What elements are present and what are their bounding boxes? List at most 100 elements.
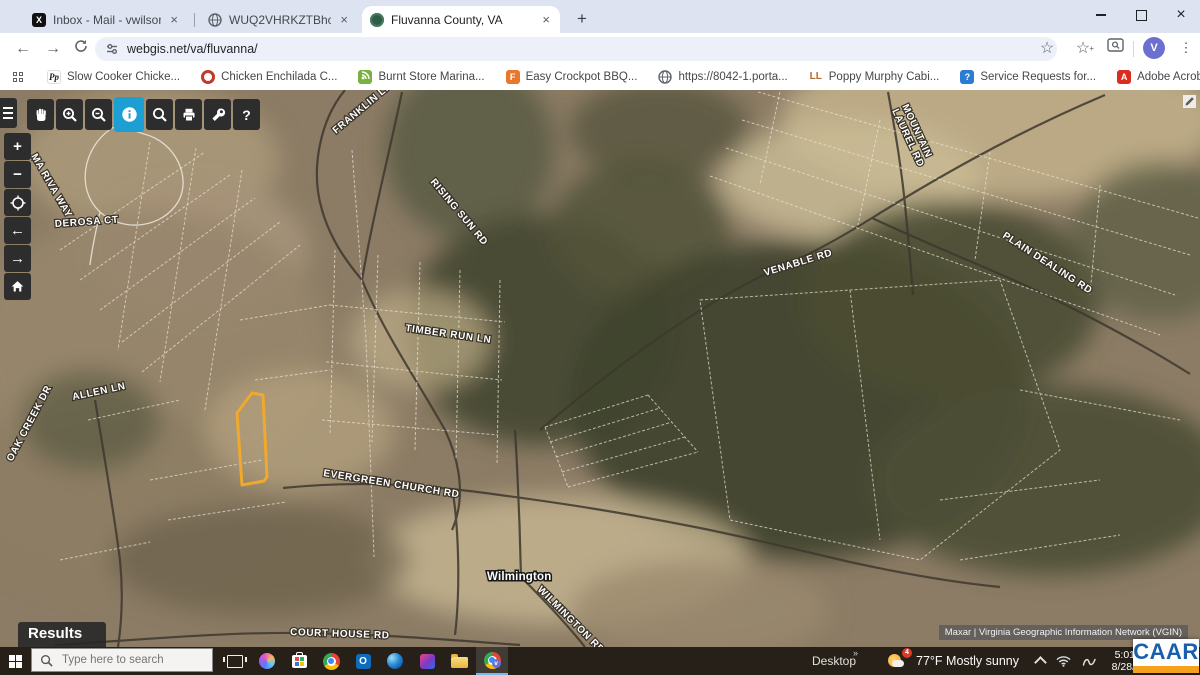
next-extent-button[interactable]: →	[4, 245, 31, 272]
clock-date: 8/28/	[1098, 661, 1135, 673]
question-icon: ?	[242, 107, 251, 123]
bookmark-item[interactable]: A Adobe Acrobat	[1117, 70, 1200, 84]
county-seal-favicon	[370, 13, 384, 27]
tab-separator	[194, 13, 195, 27]
tab-wuq2[interactable]: WUQ2VHRKZTBhcWtHWVVjb ×	[200, 6, 358, 33]
bookmark-sparkle-icon[interactable]: ☆+	[1072, 38, 1094, 60]
caar-logo-text: CAAR	[1133, 639, 1199, 666]
print-button[interactable]	[175, 99, 202, 130]
file-explorer-icon	[451, 657, 468, 668]
tab-inbox-mail[interactable]: X Inbox - Mail - vwilsonrealtor@ ×	[24, 6, 188, 33]
info-icon	[120, 105, 139, 124]
file-explorer-button[interactable]	[444, 647, 474, 675]
edge-icon	[387, 653, 403, 669]
aerial-imagery: FRANKLIN LN RISING SUN RD MOUNTAIN LAURE…	[0, 90, 1200, 647]
edge-button[interactable]	[380, 647, 410, 675]
printer-icon	[180, 106, 198, 124]
microsoft-store-button[interactable]	[284, 647, 314, 675]
previous-extent-button[interactable]: ←	[4, 217, 31, 244]
zoom-out-button[interactable]: −	[4, 161, 31, 188]
weather-widget[interactable]: 4	[888, 652, 907, 670]
microsoft-365-icon	[420, 654, 435, 669]
microsoft-365-button[interactable]	[412, 647, 442, 675]
window-close-button[interactable]: ×	[1162, 0, 1200, 30]
bookmark-item[interactable]: Burnt Store Marina...	[358, 70, 484, 84]
hand-icon	[32, 106, 50, 124]
tab-fluvanna-county[interactable]: Fluvanna County, VA ×	[362, 6, 560, 33]
windows-taskbar: O v Desktop » 4 77°F Mostly sunny 5:01 8…	[0, 647, 1200, 675]
magnifier-minus-icon	[90, 106, 108, 124]
side-panel-search-icon[interactable]	[1104, 38, 1126, 60]
outlook-button[interactable]: O	[348, 647, 378, 675]
bookmark-item[interactable]: LL Poppy Murphy Cabi...	[809, 70, 940, 84]
site-settings-icon[interactable]	[105, 42, 119, 56]
address-bar[interactable]: webgis.net/va/fluvanna/	[95, 37, 1057, 61]
wrench-icon	[209, 106, 227, 124]
home-button[interactable]	[4, 273, 31, 300]
tab-close-icon[interactable]: ×	[168, 13, 180, 26]
green-rss-favicon	[358, 70, 372, 84]
chrome-active-button[interactable]: v	[476, 647, 508, 675]
reload-icon[interactable]	[70, 38, 92, 60]
adobe-acrobat-favicon: A	[1117, 70, 1131, 84]
help-button[interactable]: ?	[233, 99, 260, 130]
taskbar-overflow-chevron[interactable]: »	[853, 648, 858, 658]
profile-avatar[interactable]: V	[1143, 37, 1165, 59]
clock-time: 5:01	[1098, 649, 1135, 661]
tab-title: Inbox - Mail - vwilsonrealtor@	[53, 13, 161, 27]
blue-question-favicon: ?	[960, 70, 974, 84]
bookmark-item[interactable]: F Easy Crockpot BBQ...	[506, 70, 638, 84]
taskbar-clock[interactable]: 5:01 8/28/	[1098, 649, 1135, 673]
tab-close-icon[interactable]: ×	[338, 13, 350, 26]
back-icon[interactable]: ←	[12, 38, 34, 60]
taskbar-search[interactable]	[31, 648, 213, 672]
chrome-icon: v	[484, 652, 501, 669]
map-edit-icon[interactable]	[1183, 95, 1196, 108]
identify-info-button[interactable]	[114, 97, 144, 132]
forward-icon[interactable]: →	[42, 38, 64, 60]
full-extent-button[interactable]	[4, 189, 31, 216]
arrow-left-icon: ←	[10, 222, 25, 239]
tools-button[interactable]	[204, 99, 231, 130]
bookmark-star-icon[interactable]: ☆	[1036, 38, 1058, 60]
taskbar-search-input[interactable]	[60, 653, 204, 667]
window-maximize-button[interactable]	[1122, 0, 1160, 30]
weather-text[interactable]: 77°F Mostly sunny	[916, 647, 1019, 675]
bookmark-item[interactable]: Chicken Enchilada C...	[201, 70, 337, 84]
orange-f-favicon: F	[506, 70, 520, 84]
pan-hand-button[interactable]	[27, 99, 54, 130]
profile-badge: v	[492, 659, 501, 668]
zoom-in-tool-button[interactable]	[56, 99, 83, 130]
window-minimize-button[interactable]	[1082, 0, 1120, 30]
show-hidden-icons-chevron[interactable]	[1034, 656, 1047, 669]
bookmark-item[interactable]: https://8042-1.porta...	[658, 70, 787, 84]
map-side-toolbar: + − ← →	[4, 133, 31, 300]
search-tool-button[interactable]	[146, 99, 173, 130]
browser-menu-icon[interactable]: ⋮	[1178, 37, 1194, 59]
x-mail-favicon: X	[32, 13, 46, 27]
red-ring-favicon	[201, 70, 215, 84]
copilot-button[interactable]	[252, 647, 282, 675]
results-panel-tab[interactable]: Results	[18, 622, 106, 647]
zoom-in-button[interactable]: +	[4, 133, 31, 160]
windows-logo-icon	[9, 655, 22, 668]
map-menu-toggle[interactable]	[0, 98, 17, 128]
desktop-label[interactable]: Desktop	[812, 647, 856, 675]
new-tab-button[interactable]: +	[570, 7, 594, 31]
start-button[interactable]	[0, 647, 30, 675]
search-icon	[40, 654, 53, 667]
cloud-icon	[892, 660, 904, 667]
chrome-button[interactable]	[316, 647, 346, 675]
gis-map-canvas[interactable]: FRANKLIN LN RISING SUN RD MOUNTAIN LAURE…	[0, 90, 1200, 647]
bookmark-item[interactable]: ? Service Requests for...	[960, 70, 1096, 84]
zoom-out-tool-button[interactable]	[85, 99, 112, 130]
magnifier-plus-icon	[61, 106, 79, 124]
apps-grid-icon[interactable]	[13, 72, 23, 82]
task-view-button[interactable]	[220, 647, 250, 675]
map-attribution: Maxar | Virginia Geographic Information …	[939, 625, 1188, 640]
tab-title: Fluvanna County, VA	[391, 13, 533, 27]
script-pp-favicon: Pp	[47, 70, 61, 84]
toolbar-divider	[1133, 41, 1134, 57]
bookmark-item[interactable]: Pp Slow Cooker Chicke...	[47, 70, 180, 84]
tab-close-icon[interactable]: ×	[540, 13, 552, 26]
